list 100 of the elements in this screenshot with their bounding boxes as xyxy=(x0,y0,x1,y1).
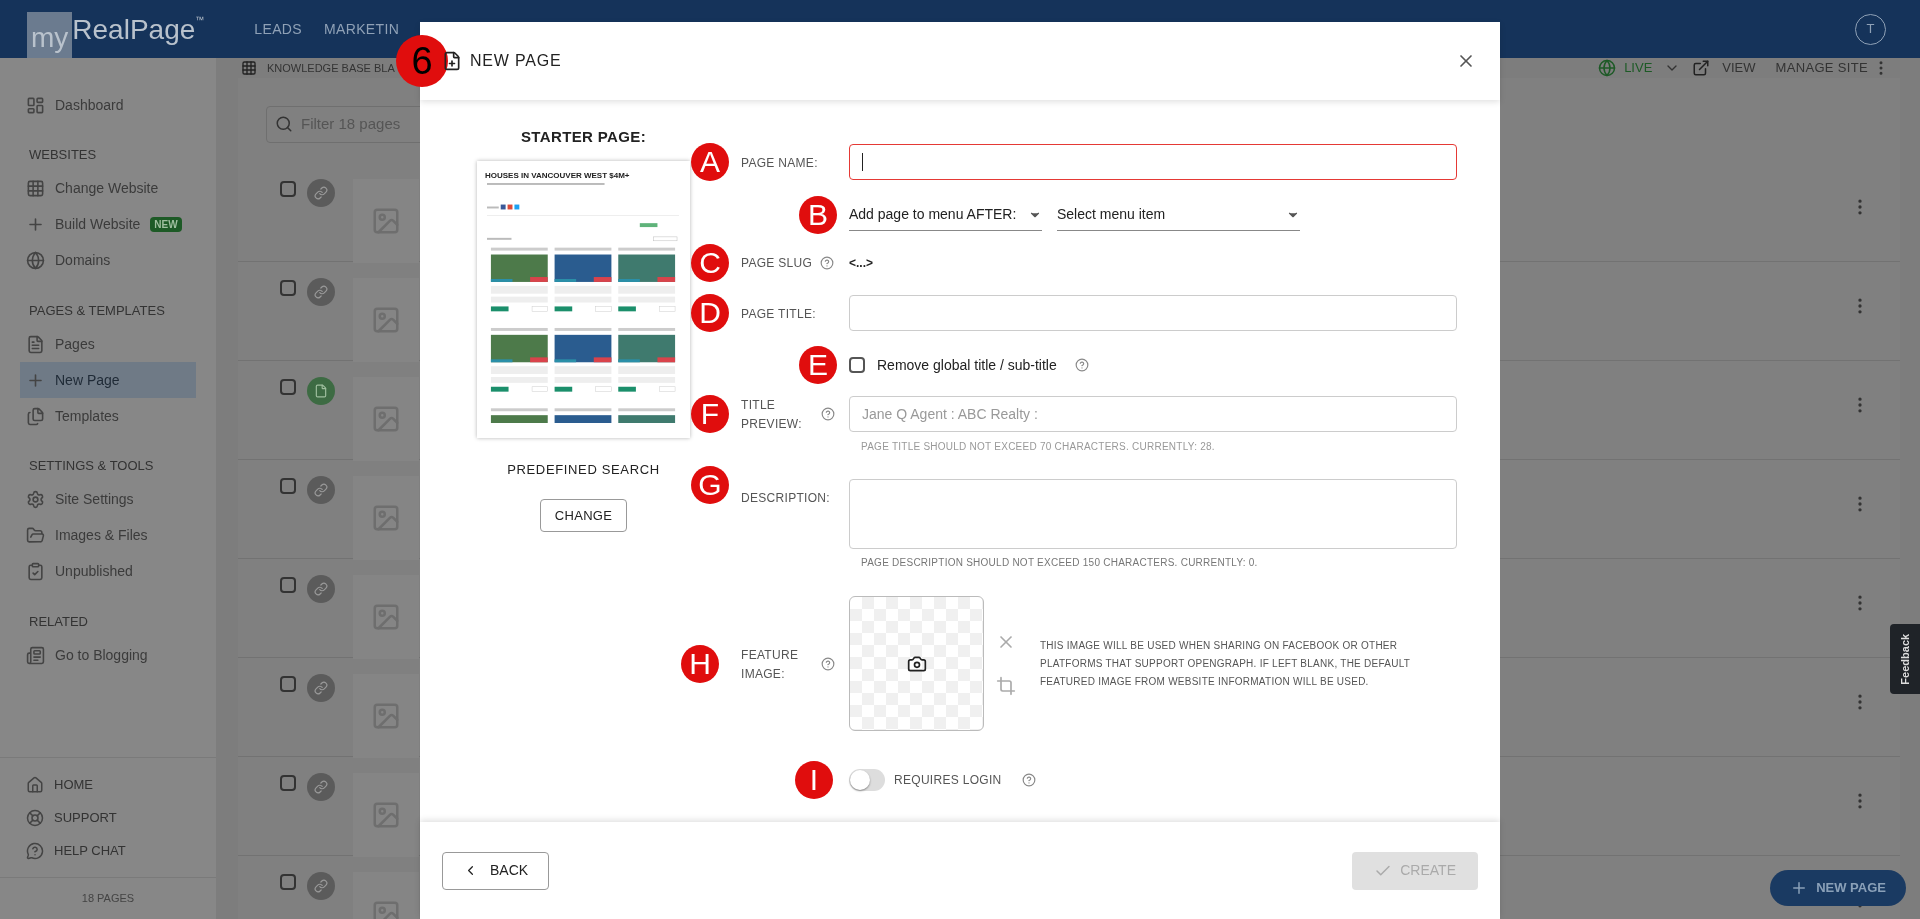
crop-icon[interactable] xyxy=(996,675,1016,696)
sidebar-link[interactable]: HELP CHAT xyxy=(20,834,196,867)
sidebar-item-label: Go to Blogging xyxy=(55,645,148,665)
sidebar-item-label: Domains xyxy=(55,251,111,270)
field-label: PAGE TITLE: xyxy=(741,307,816,321)
annotation-marker: E xyxy=(799,346,837,384)
preview-title: HOUSES IN VANCOUVER WEST $4M+ xyxy=(485,170,631,181)
field-label: PAGE NAME: xyxy=(741,156,818,170)
checkbox-label: Remove global title / sub-title xyxy=(877,355,1057,375)
field-hint: PAGE TITLE SHOULD NOT EXCEED 70 CHARACTERS. CURRENTLY: 28. xyxy=(861,440,1216,454)
logo-brand: RealPage xyxy=(72,13,196,47)
annotation-marker: G xyxy=(691,466,729,504)
settings-icon xyxy=(26,490,45,509)
new-page-button[interactable]: NEW PAGE xyxy=(1770,870,1906,906)
sidebar-item[interactable]: Go to Blogging xyxy=(20,637,196,673)
help-icon[interactable] xyxy=(821,656,835,671)
nav-link[interactable]: LEADS xyxy=(254,18,302,40)
sidebar-item[interactable]: Site Settings xyxy=(20,481,196,518)
new-badge: NEW xyxy=(150,217,182,232)
help-icon[interactable] xyxy=(1074,358,1089,372)
annotation-marker: C xyxy=(691,244,729,282)
breadcrumb[interactable]: KNOWLEDGE BASE BLA xyxy=(267,59,395,76)
manage-site-menu[interactable]: MANAGE SITE xyxy=(1775,58,1868,78)
sidebar-link-label: SUPPORT xyxy=(54,808,117,827)
live-status[interactable]: LIVE xyxy=(1624,58,1653,78)
page-name-input[interactable] xyxy=(849,144,1457,180)
row-checkbox[interactable] xyxy=(280,873,296,890)
logo[interactable]: my RealPage™ xyxy=(27,0,205,58)
sidebar-item[interactable]: Domains xyxy=(20,242,196,279)
sidebar-item[interactable]: Build Website NEW xyxy=(20,206,196,243)
logo-prefix: my xyxy=(27,12,73,58)
annotation-marker: A xyxy=(691,143,729,181)
annotation-marker: H xyxy=(681,644,719,683)
row-checkbox[interactable] xyxy=(280,180,296,197)
row-checkbox[interactable] xyxy=(280,477,296,494)
field-label: DESCRIPTION: xyxy=(741,491,830,505)
image-upload-area[interactable] xyxy=(849,596,984,731)
clipboard-check-icon xyxy=(26,562,45,581)
newspaper-icon xyxy=(26,645,45,665)
section-heading: SETTINGS & TOOLS xyxy=(28,457,155,475)
home-icon xyxy=(26,775,44,794)
sidebar-item[interactable]: Images & Files xyxy=(20,517,196,554)
view-link[interactable]: VIEW xyxy=(1722,58,1756,78)
sidebar-item[interactable]: New Page xyxy=(20,362,196,398)
feedback-tab[interactable]: Feedback xyxy=(1890,624,1920,694)
section-heading: RELATED xyxy=(28,612,89,631)
annotation-marker: D xyxy=(691,294,729,332)
sidebar-link-label: HOME xyxy=(54,775,93,794)
checkbox[interactable] xyxy=(849,357,865,373)
change-button[interactable]: CHANGE xyxy=(539,499,628,532)
back-button[interactable]: BACK xyxy=(442,851,550,890)
sidebar-item-label: Templates xyxy=(55,406,119,426)
help-icon[interactable] xyxy=(821,407,835,421)
globe-icon xyxy=(1598,58,1617,77)
sidebar-item[interactable]: Change Website xyxy=(20,170,196,207)
sidebar-item[interactable]: Pages xyxy=(20,326,196,362)
sidebar-link-label: HELP CHAT xyxy=(54,841,126,860)
grid-icon[interactable] xyxy=(241,59,257,76)
help-icon[interactable] xyxy=(1021,773,1036,787)
grid-icon xyxy=(26,179,45,198)
field-label: TITLE PREVIEW: xyxy=(741,398,802,431)
sidebar-item[interactable]: Dashboard xyxy=(20,87,196,123)
trademark: ™ xyxy=(195,14,205,27)
annotation-marker: F xyxy=(691,395,729,433)
help-icon[interactable] xyxy=(820,256,835,270)
toggle-label: REQUIRES LOGIN xyxy=(894,772,1002,789)
sidebar-link[interactable]: HOME xyxy=(20,768,196,801)
sidebar-item-label: Unpublished xyxy=(55,562,133,581)
sidebar-item-label: Build Website xyxy=(55,215,141,234)
text-cursor xyxy=(862,153,863,171)
menu-item-select[interactable]: Select menu item xyxy=(1057,199,1300,231)
row-checkbox[interactable] xyxy=(280,279,296,296)
starter-page-name: PREDEFINED SEARCH xyxy=(507,460,660,479)
annotation-marker: B xyxy=(799,196,837,234)
external-link-icon xyxy=(1692,58,1711,77)
feature-image-note: THIS IMAGE WILL BE USED WHEN SHARING ON FACEBOOK OR OTHER PLATFORMS THAT SUPPORT OPENGRAPH. IF LEFT BLANK, THE DEFAULT FEATURED IMAGE FROM WEBSITE INFORMATION WILL BE USED. xyxy=(1040,638,1411,689)
page-slug-value: <...> xyxy=(849,255,874,272)
page-count: 18 PAGES xyxy=(81,891,135,907)
document-icon xyxy=(26,334,45,354)
row-checkbox[interactable] xyxy=(280,774,296,791)
dialog-title: NEW PAGE xyxy=(470,51,562,71)
folder-icon xyxy=(26,526,45,545)
sidebar-item[interactable]: Templates xyxy=(20,398,196,434)
row-checkbox[interactable] xyxy=(280,675,296,692)
sidebar-item[interactable]: Unpublished xyxy=(20,553,196,590)
menu-position-select[interactable]: Add page to menu AFTER: xyxy=(849,199,1042,231)
sidebar-item-label: Pages xyxy=(55,334,95,354)
dashboard-icon xyxy=(26,95,45,115)
row-checkbox[interactable] xyxy=(280,378,296,395)
toggle-switch[interactable] xyxy=(849,769,885,791)
row-checkbox[interactable] xyxy=(280,576,296,593)
plus-icon xyxy=(26,215,45,234)
page-title-input[interactable] xyxy=(849,295,1457,331)
sidebar-link[interactable]: SUPPORT xyxy=(20,801,196,834)
help-bubble-icon xyxy=(26,841,44,860)
section-heading: STARTER PAGE: xyxy=(520,127,647,147)
sidebar-item-label: Site Settings xyxy=(55,490,134,509)
globe-icon xyxy=(26,251,45,270)
copy-icon xyxy=(26,406,45,426)
search-icon xyxy=(275,115,293,133)
